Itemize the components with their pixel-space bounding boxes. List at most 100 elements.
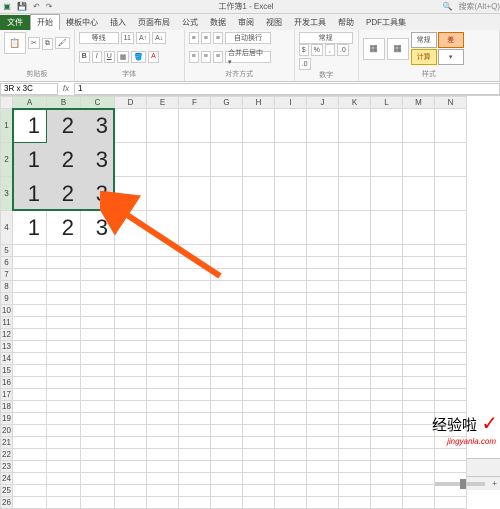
- cell[interactable]: [211, 413, 243, 425]
- cell[interactable]: [115, 437, 147, 449]
- cell[interactable]: [179, 329, 211, 341]
- cell[interactable]: [13, 317, 47, 329]
- cell[interactable]: [435, 177, 467, 211]
- cell[interactable]: [81, 449, 115, 461]
- cell[interactable]: [371, 177, 403, 211]
- cell[interactable]: [243, 293, 275, 305]
- cell[interactable]: [275, 497, 307, 509]
- cell[interactable]: [147, 425, 179, 437]
- cell[interactable]: [307, 143, 339, 177]
- cell[interactable]: [403, 461, 435, 473]
- cell[interactable]: [339, 461, 371, 473]
- cell[interactable]: [13, 329, 47, 341]
- cell[interactable]: [371, 449, 403, 461]
- cell[interactable]: [81, 497, 115, 509]
- tab-template[interactable]: 模板中心: [60, 15, 104, 30]
- cell[interactable]: [339, 485, 371, 497]
- cell[interactable]: [403, 485, 435, 497]
- cell[interactable]: [47, 365, 81, 377]
- cell[interactable]: [179, 257, 211, 269]
- cell[interactable]: [339, 437, 371, 449]
- table-format-button[interactable]: ▦: [387, 38, 409, 60]
- cell[interactable]: [47, 341, 81, 353]
- cell[interactable]: [435, 257, 467, 269]
- cell[interactable]: [275, 413, 307, 425]
- cell[interactable]: [81, 329, 115, 341]
- cell[interactable]: [179, 109, 211, 143]
- col-A[interactable]: A: [13, 97, 47, 109]
- percent-button[interactable]: %: [311, 44, 323, 56]
- cell[interactable]: [307, 353, 339, 365]
- cell[interactable]: [275, 143, 307, 177]
- style-normal[interactable]: 常规: [411, 32, 437, 48]
- cell[interactable]: [81, 281, 115, 293]
- cell[interactable]: [81, 365, 115, 377]
- cell[interactable]: [47, 473, 81, 485]
- cell-C1[interactable]: 3: [81, 109, 115, 143]
- cell[interactable]: [13, 461, 47, 473]
- cell[interactable]: [435, 329, 467, 341]
- row-3[interactable]: 3: [1, 177, 13, 211]
- cell[interactable]: [13, 449, 47, 461]
- cell[interactable]: [179, 473, 211, 485]
- cell[interactable]: [403, 269, 435, 281]
- bold-button[interactable]: B: [79, 51, 90, 63]
- cell[interactable]: [371, 425, 403, 437]
- search-label[interactable]: 搜索(Alt+Q): [458, 1, 500, 12]
- cell[interactable]: [81, 485, 115, 497]
- cell[interactable]: [115, 245, 147, 257]
- cell[interactable]: [211, 461, 243, 473]
- cell[interactable]: [211, 177, 243, 211]
- row-2[interactable]: 2: [1, 143, 13, 177]
- col-M[interactable]: M: [403, 97, 435, 109]
- cell[interactable]: [275, 341, 307, 353]
- cell[interactable]: [81, 269, 115, 281]
- row-12[interactable]: 12: [1, 329, 13, 341]
- cell[interactable]: [211, 245, 243, 257]
- copy-button[interactable]: ⧉: [42, 38, 53, 50]
- cell[interactable]: [13, 257, 47, 269]
- cell[interactable]: [371, 257, 403, 269]
- undo-icon[interactable]: ↶: [30, 2, 43, 11]
- row-8[interactable]: 8: [1, 281, 13, 293]
- cell[interactable]: [47, 329, 81, 341]
- cell[interactable]: [243, 485, 275, 497]
- cell[interactable]: [435, 389, 467, 401]
- cell[interactable]: [435, 245, 467, 257]
- cell[interactable]: [243, 425, 275, 437]
- cell[interactable]: [147, 485, 179, 497]
- fx-icon[interactable]: fx: [58, 84, 74, 93]
- cell[interactable]: [115, 425, 147, 437]
- cell[interactable]: [403, 143, 435, 177]
- cell[interactable]: [81, 413, 115, 425]
- col-K[interactable]: K: [339, 97, 371, 109]
- redo-icon[interactable]: ↷: [43, 2, 56, 11]
- align-center-button[interactable]: ≡: [201, 51, 211, 63]
- cell[interactable]: [147, 365, 179, 377]
- cell[interactable]: [339, 413, 371, 425]
- cell[interactable]: [371, 293, 403, 305]
- cell[interactable]: [81, 293, 115, 305]
- cell[interactable]: [243, 413, 275, 425]
- row-25[interactable]: 25: [1, 485, 13, 497]
- cell[interactable]: [147, 389, 179, 401]
- cell[interactable]: [147, 109, 179, 143]
- font-color-button[interactable]: A: [148, 51, 159, 63]
- cell[interactable]: [275, 485, 307, 497]
- cell[interactable]: [403, 245, 435, 257]
- cell[interactable]: [275, 281, 307, 293]
- cell[interactable]: [307, 401, 339, 413]
- cell[interactable]: [371, 245, 403, 257]
- cell[interactable]: [147, 341, 179, 353]
- cell-B3[interactable]: 2: [47, 177, 81, 211]
- cell[interactable]: [339, 425, 371, 437]
- cell[interactable]: [211, 143, 243, 177]
- cell[interactable]: [307, 365, 339, 377]
- cell[interactable]: [47, 449, 81, 461]
- cell[interactable]: [13, 341, 47, 353]
- cell[interactable]: [435, 461, 467, 473]
- cell[interactable]: [371, 401, 403, 413]
- cell[interactable]: [371, 305, 403, 317]
- cell[interactable]: [47, 245, 81, 257]
- cell[interactable]: [339, 473, 371, 485]
